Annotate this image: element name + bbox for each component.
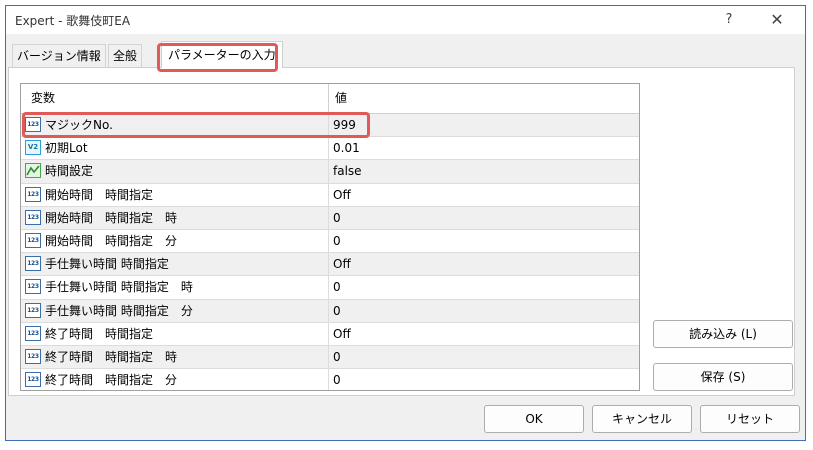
row-divider (328, 137, 329, 160)
integer-icon: 123 (25, 302, 41, 318)
parameter-value[interactable]: 0 (333, 276, 341, 298)
row-divider (328, 253, 329, 276)
parameter-name: 終了時間 時間指定 (45, 326, 154, 341)
parameter-value[interactable]: 0 (333, 346, 341, 368)
parameter-name: 初期Lot (45, 141, 88, 156)
integer-icon: 123 (25, 279, 41, 295)
parameter-name: 手仕舞い時間 時間指定 分 (45, 303, 193, 318)
parameter-row[interactable]: 時間設定 false (21, 160, 639, 184)
row-highlight-frame (22, 112, 370, 138)
tab-general[interactable]: 全般 (108, 44, 143, 67)
parameter-name: 終了時間 時間指定 分 (45, 373, 178, 388)
parameter-row[interactable]: 123 終了時間 時間指定 Off (21, 322, 639, 346)
parameter-value[interactable]: 0 (333, 207, 341, 229)
parameter-row[interactable]: 123 開始時間 時間指定 分 0 (21, 229, 639, 254)
window-title: Expert - 歌舞伎町EA (15, 14, 131, 28)
row-divider (328, 345, 329, 369)
icon-label: 123 (27, 260, 39, 268)
icon-label: 123 (27, 376, 39, 384)
title-bar: Expert - 歌舞伎町EA ? ✕ (6, 6, 805, 34)
cancel-button[interactable]: キャンセル (592, 405, 692, 433)
integer-icon: 123 (25, 232, 41, 248)
parameter-value[interactable]: 0 (333, 300, 341, 322)
integer-icon: 123 (25, 372, 41, 388)
icon-label: V2 (27, 143, 39, 152)
row-divider (328, 369, 329, 390)
parameter-value[interactable]: Off (333, 253, 351, 275)
icon-label: 123 (27, 213, 39, 221)
row-divider (328, 229, 329, 253)
integer-icon: 123 (25, 325, 41, 341)
double-icon: V2 (25, 140, 41, 156)
bool-icon (25, 163, 41, 179)
row-divider (328, 299, 329, 322)
parameter-row[interactable]: 123 終了時間 時間指定 分 0 (21, 369, 639, 390)
parameter-value[interactable]: Off (333, 184, 351, 206)
ok-button[interactable]: OK (484, 405, 584, 433)
close-icon[interactable]: ✕ (767, 10, 787, 30)
row-divider (328, 160, 329, 183)
tab-version-info[interactable]: バージョン情報 (12, 44, 106, 67)
parameter-row[interactable]: 123 手仕舞い時間 時間指定 Off (21, 253, 639, 277)
reset-button[interactable]: リセット (700, 405, 800, 433)
column-header-value[interactable]: 値 (335, 84, 347, 113)
column-header-variable[interactable]: 変数 (31, 84, 55, 113)
parameter-value[interactable]: false (333, 160, 362, 182)
parameter-name: 開始時間 時間指定 (45, 187, 154, 202)
icon-label: 123 (27, 306, 39, 314)
icon-label: 123 (27, 329, 39, 337)
parameter-name: 時間設定 (45, 164, 94, 179)
parameter-value[interactable]: Off (333, 323, 351, 345)
grid-header: 変数 値 (21, 84, 639, 114)
column-divider[interactable] (328, 84, 329, 113)
integer-icon: 123 (25, 209, 41, 225)
integer-icon: 123 (25, 186, 41, 202)
integer-icon: 123 (25, 256, 41, 272)
parameter-name: 開始時間 時間指定 時 (45, 210, 178, 225)
help-icon[interactable]: ? (719, 10, 739, 30)
row-divider (328, 322, 329, 345)
parameter-name: 手仕舞い時間 時間指定 時 (45, 280, 193, 295)
parameter-row[interactable]: 123 手仕舞い時間 時間指定 時 0 (21, 276, 639, 300)
row-divider (328, 183, 329, 206)
tab-highlight-frame (157, 43, 278, 72)
parameter-name: 手仕舞い時間 時間指定 (45, 257, 169, 272)
parameter-row[interactable]: 123 開始時間 時間指定 Off (21, 183, 639, 207)
icon-label: 123 (27, 236, 39, 244)
icon-label: 123 (27, 190, 39, 198)
grid-rows: 123 マジックNo. 999 V2 初期Lot 0.01 時間設定 false 123 開始時間… (21, 114, 639, 390)
parameter-value[interactable]: 0 (333, 369, 341, 390)
icon-label: 123 (27, 352, 39, 360)
parameter-row[interactable]: 123 終了時間 時間指定 時 0 (21, 345, 639, 370)
parameter-row[interactable]: V2 初期Lot 0.01 (21, 137, 639, 161)
parameter-row[interactable]: 123 手仕舞い時間 時間指定 分 0 (21, 299, 639, 323)
parameter-row[interactable]: 123 開始時間 時間指定 時 0 (21, 206, 639, 230)
parameter-value[interactable]: 0.01 (333, 137, 360, 159)
integer-icon: 123 (25, 348, 41, 364)
row-divider (328, 276, 329, 299)
save-button[interactable]: 保存 (S) (653, 363, 793, 391)
icon-label: 123 (27, 283, 39, 291)
row-divider (328, 206, 329, 229)
parameter-name: 開始時間 時間指定 分 (45, 233, 178, 248)
parameter-value[interactable]: 0 (333, 230, 341, 252)
load-button[interactable]: 読み込み (L) (653, 320, 793, 348)
parameter-name: 終了時間 時間指定 時 (45, 349, 178, 364)
